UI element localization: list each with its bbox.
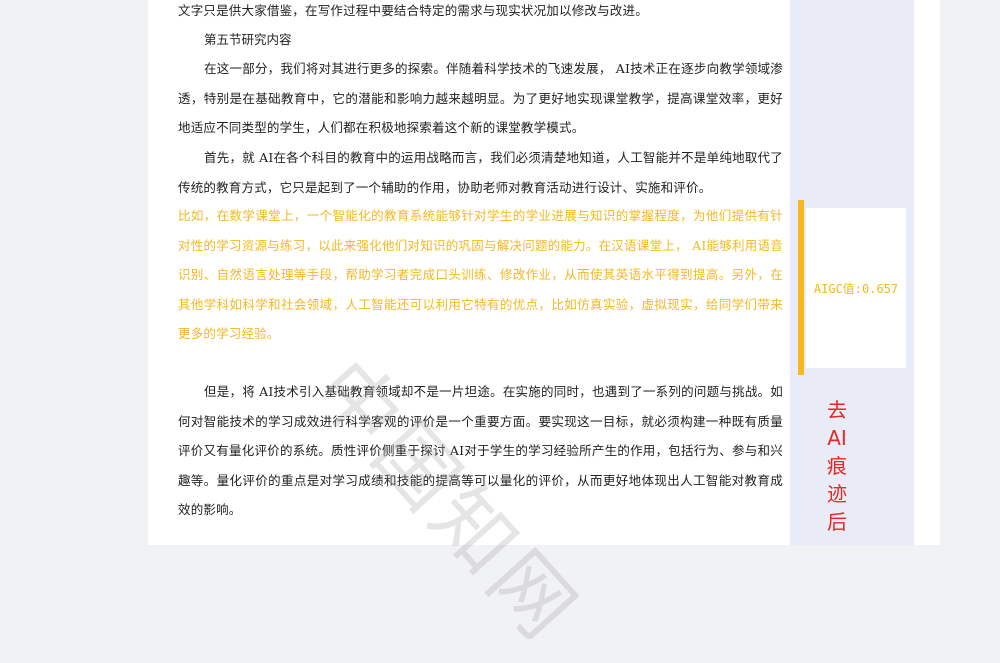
document-page: 文字只是供大家借鉴，在写作过程中要结合特定的需求与现实状况加以修改与改进。 第五…	[148, 0, 790, 545]
section-heading: 第五节研究内容	[204, 32, 292, 47]
aigc-value-label: AIGC值:0.657	[813, 281, 899, 296]
paragraph-2: 首先，就 AI在各个科目的教育中的运用战略而言，我们必须清楚地知道，人工智能并不…	[178, 150, 783, 195]
text-line-top: 文字只是供大家借鉴，在写作过程中要结合特定的需求与现实状况加以修改与改进。	[178, 3, 648, 18]
paragraph-highlighted-aigc[interactable]: 比如，在数学课堂上，一个智能化的教育系统能够针对学生的学业进展与知识的掌握程度，…	[178, 201, 783, 349]
right-margin-strip	[914, 0, 940, 545]
paragraph-1: 在这一部分，我们将对其进行更多的探索。伴随着科学技术的飞速发展， AI技术正在逐…	[178, 61, 783, 135]
aigc-value-card[interactable]: AIGC值:0.657	[806, 208, 906, 368]
paragraph-3: 但是，将 AI技术引入基础教育领域却不是一片坦途。在实施的同时，也遇到了一系列的…	[178, 384, 783, 517]
aigc-indicator-bar	[798, 200, 804, 375]
remove-ai-traces-button[interactable]: 去AI痕迹后	[822, 396, 852, 536]
